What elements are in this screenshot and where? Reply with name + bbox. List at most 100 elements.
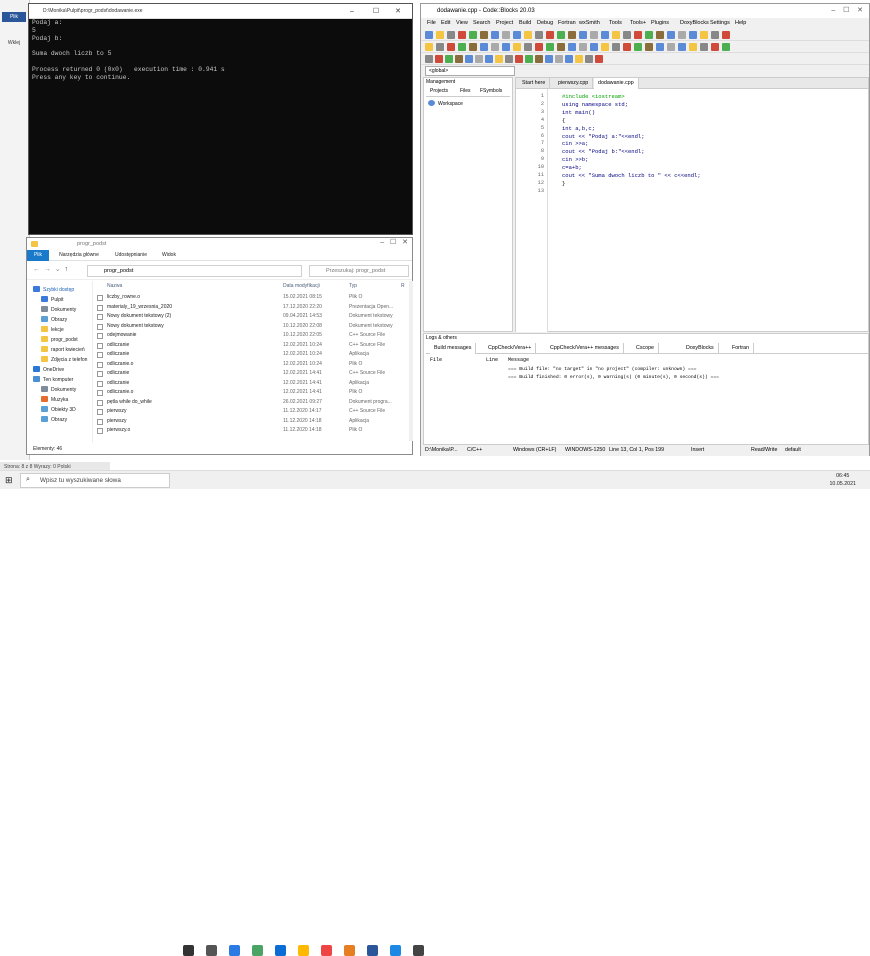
- toolbar-icon[interactable]: [447, 31, 455, 39]
- menu-item[interactable]: DoxyBlocks: [680, 18, 709, 29]
- file-row[interactable]: liczby_rowne.o 15.02.2021 08:15 Plik O: [95, 293, 407, 303]
- toolbar-icon[interactable]: [513, 43, 521, 51]
- toolbar-icon[interactable]: [502, 43, 510, 51]
- file-row[interactable]: Nowy dokument tekstowy 10.12.2020 22:08 Do…: [95, 322, 407, 332]
- toolbar-icon[interactable]: [458, 43, 466, 51]
- toolbar-icon[interactable]: [585, 55, 593, 63]
- quick-access-toolbar[interactable]: [31, 241, 71, 248]
- clock[interactable]: 06:45 10.05.2021: [829, 472, 856, 488]
- toolbar-icon[interactable]: [525, 55, 533, 63]
- maximize-icon[interactable]: ☐: [366, 4, 386, 19]
- tab-dodawanie[interactable]: dodawanie.cpp: [594, 78, 639, 89]
- toolbar-icon[interactable]: [722, 31, 730, 39]
- nav-item[interactable]: Zdjęcia z telefon: [27, 355, 93, 365]
- nav-item[interactable]: lekcje: [27, 325, 93, 335]
- toolbar-icon[interactable]: [601, 43, 609, 51]
- menu-item[interactable]: wxSmith: [579, 18, 600, 29]
- toolbar-icon[interactable]: [495, 55, 503, 63]
- file-row[interactable]: pętla while do_while 26.02.2021 09:27 Doku…: [95, 398, 407, 408]
- nav-item[interactable]: Obiekty 3D: [27, 405, 93, 415]
- toolbar-icon[interactable]: [425, 43, 433, 51]
- toolbar-icon[interactable]: [601, 31, 609, 39]
- toolbar-icon[interactable]: [656, 43, 664, 51]
- tab-projects[interactable]: Projects: [430, 88, 448, 94]
- paste-button[interactable]: Wklej: [2, 26, 26, 56]
- search-input[interactable]: Przeszukaj: progr_podst: [309, 265, 409, 277]
- tab-fsymbols[interactable]: FSymbols: [480, 88, 502, 94]
- toolbar-icon[interactable]: [689, 31, 697, 39]
- menu-item[interactable]: View: [456, 18, 468, 29]
- toolbar-icon[interactable]: [545, 55, 553, 63]
- log-tab[interactable]: Fortran: [728, 343, 755, 354]
- toolbar-icon[interactable]: [595, 55, 603, 63]
- file-row[interactable]: materialy_19_wrzesnia_2020 17.12.2020 22:…: [95, 303, 407, 313]
- file-row[interactable]: odliczanie 12.02.2021 14:41 Aplikacja: [95, 379, 407, 389]
- toolbar-icon[interactable]: [557, 43, 565, 51]
- nav-item[interactable]: Szybki dostęp: [27, 285, 93, 295]
- toolbar-icon[interactable]: [612, 43, 620, 51]
- toolbar-icon[interactable]: [515, 55, 523, 63]
- toolbar-icon[interactable]: [634, 43, 642, 51]
- menu-item[interactable]: Plugins: [651, 18, 669, 29]
- taskbar-app-icon[interactable]: [275, 945, 286, 956]
- toolbar-icon[interactable]: [435, 55, 443, 63]
- code-editor[interactable]: Start here pierwszy.cpp dodawanie.cpp 12…: [515, 77, 869, 332]
- tab-pierwszy[interactable]: pierwszy.cpp: [554, 78, 594, 89]
- taskbar-app-icon[interactable]: [252, 945, 263, 956]
- toolbar-icon[interactable]: [579, 31, 587, 39]
- toolbar-icon[interactable]: [524, 31, 532, 39]
- nav-item[interactable]: Dokumenty: [27, 385, 93, 395]
- toolbar-icon[interactable]: [491, 43, 499, 51]
- toolbar-icon[interactable]: [667, 43, 675, 51]
- toolbar-icon[interactable]: [535, 31, 543, 39]
- scrollbar[interactable]: [409, 281, 413, 441]
- address-bar[interactable]: progr_podst: [87, 265, 302, 277]
- toolbar-icon[interactable]: [546, 43, 554, 51]
- log-tab[interactable]: DoxyBlocks: [682, 343, 719, 354]
- toolbar-icon[interactable]: [722, 43, 730, 51]
- menu-item[interactable]: Build: [519, 18, 531, 29]
- column-size[interactable]: R: [401, 281, 405, 291]
- toolbar-icon[interactable]: [689, 43, 697, 51]
- toolbar-icon[interactable]: [469, 31, 477, 39]
- tab-home[interactable]: Narzędzia główne: [55, 250, 103, 261]
- toolbar-icon[interactable]: [546, 31, 554, 39]
- column-date[interactable]: Data modyfikacji: [283, 281, 320, 291]
- menu-item[interactable]: Settings: [710, 18, 730, 29]
- file-row[interactable]: odliczanie.o 12.02.2021 14:41 Plik O: [95, 388, 407, 398]
- toolbar-icon[interactable]: [590, 43, 598, 51]
- file-row[interactable]: pierwszy 11.12.2020 14:17 C++ Source File: [95, 407, 407, 417]
- toolbar-icon[interactable]: [480, 43, 488, 51]
- toolbar-icon[interactable]: [623, 31, 631, 39]
- taskbar-app-icon[interactable]: [206, 945, 217, 956]
- log-tab[interactable]: Build messages: [430, 343, 477, 354]
- close-icon[interactable]: ✕: [388, 4, 408, 19]
- tab-files[interactable]: Files: [460, 88, 471, 94]
- file-row[interactable]: pierwszy.o 11.12.2020 14:18 Plik O: [95, 426, 407, 436]
- toolbar-icon[interactable]: [700, 43, 708, 51]
- nav-item[interactable]: Pulpit: [27, 295, 93, 305]
- toolbar-icon[interactable]: [425, 31, 433, 39]
- menu-item[interactable]: Tools+: [630, 18, 646, 29]
- taskbar-app-icon[interactable]: [298, 945, 309, 956]
- toolbar-icon[interactable]: [555, 55, 563, 63]
- code-area[interactable]: #include <iostream> using namespace std; i…: [516, 89, 868, 332]
- workspace-item[interactable]: Workspace: [428, 100, 463, 107]
- toolbar-icon[interactable]: [535, 55, 543, 63]
- toolbar-icon[interactable]: [645, 43, 653, 51]
- toolbar-icon[interactable]: [634, 31, 642, 39]
- nav-item[interactable]: raport kwiecień: [27, 345, 93, 355]
- toolbar-icon[interactable]: [612, 31, 620, 39]
- menu-item[interactable]: Search: [473, 18, 490, 29]
- column-type[interactable]: Typ: [349, 281, 357, 291]
- taskbar-app-icon[interactable]: [390, 945, 401, 956]
- taskbar-app-icon[interactable]: [367, 945, 378, 956]
- toolbar-icon[interactable]: [502, 31, 510, 39]
- toolbar-icon[interactable]: [425, 55, 433, 63]
- toolbar-icon[interactable]: [505, 55, 513, 63]
- tab-start-here[interactable]: Start here: [518, 78, 551, 89]
- file-row[interactable]: odliczanie 12.02.2021 10:24 Aplikacja: [95, 350, 407, 360]
- toolbar-icon[interactable]: [475, 55, 483, 63]
- toolbar-icon[interactable]: [667, 31, 675, 39]
- toolbar-icon[interactable]: [445, 55, 453, 63]
